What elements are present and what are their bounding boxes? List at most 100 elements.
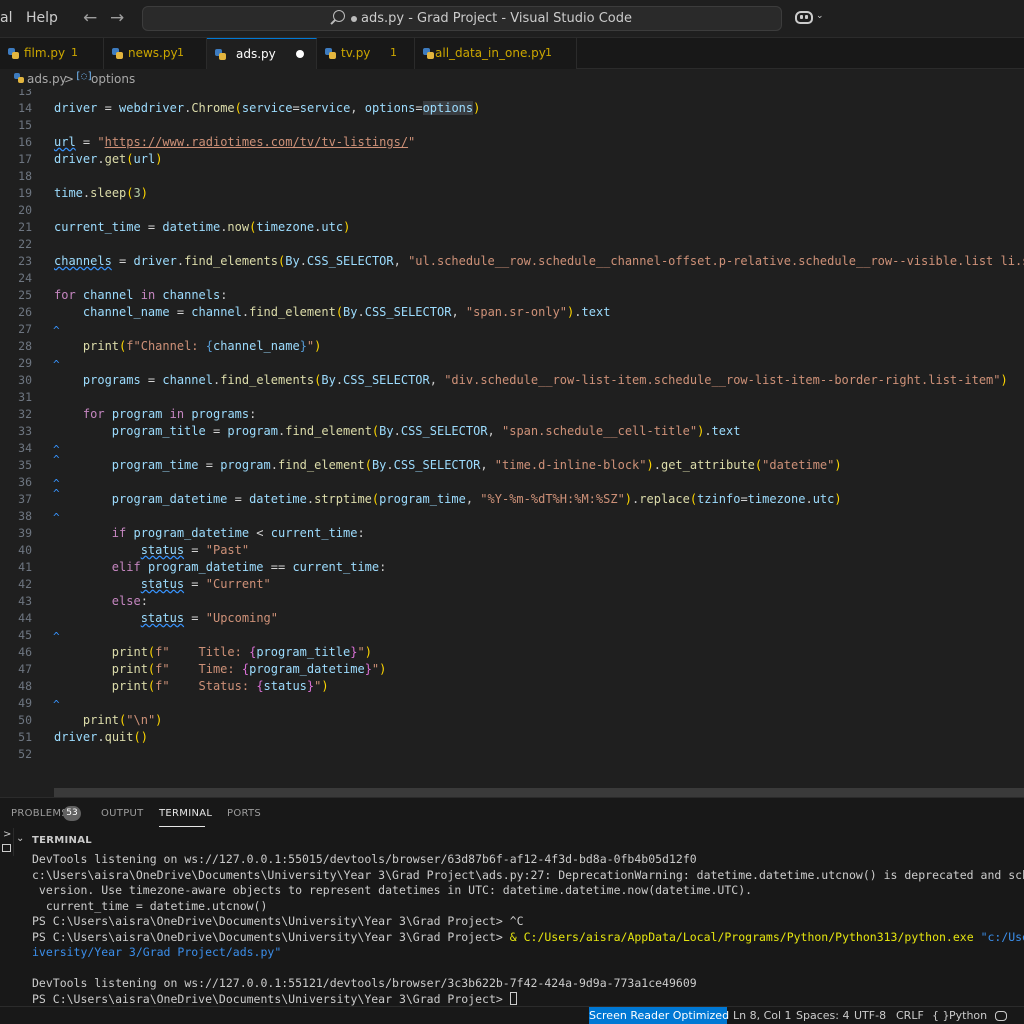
code-line: time.sleep(3) [54, 186, 148, 200]
tab-problem-count: 1 [71, 46, 78, 59]
line-ending[interactable]: CRLF [896, 1009, 924, 1022]
line-number-row: 18 [0, 168, 1024, 185]
breadcrumb-separator: > [64, 72, 75, 86]
line-number: 24 [18, 271, 32, 285]
tab-tv-py[interactable]: tv.py 1 [317, 38, 415, 69]
back-arrow-icon[interactable]: ← [83, 8, 97, 28]
code-line: status = "Current" [140, 577, 271, 591]
line-number-row: 31 [0, 389, 1024, 406]
code-line: ^ [0, 627, 1024, 644]
code-line: print(f" Status: {status}") [111, 679, 329, 693]
code-line: print(f" Title: {program_title}") [111, 645, 372, 659]
terminal-prompt[interactable]: PS C:\Users\aisra\OneDrive\Documents\Uni… [32, 991, 1024, 1008]
inline-hint-icon[interactable]: ^ [53, 509, 60, 526]
code-line: ^ [0, 321, 1024, 338]
menu-help[interactable]: Help [26, 10, 58, 26]
tab-label: news.py [128, 46, 178, 60]
search-icon [333, 10, 345, 22]
chevron-down-icon[interactable]: ⌄ [816, 11, 824, 21]
inline-hint-icon[interactable]: ^ [53, 628, 60, 645]
code-line: for program in programs: [82, 407, 257, 421]
line-number: 31 [18, 390, 32, 404]
terminal-cursor [509, 991, 517, 1005]
panel-tab-problems[interactable]: PROBLEMS [11, 808, 68, 819]
terminal-line: version. Use timezone-aware objects to r… [32, 883, 753, 897]
screen-reader-status[interactable]: Screen Reader Optimized [589, 1007, 729, 1024]
active-tab-indicator [159, 826, 205, 827]
command-center[interactable]: ads.py - Grad Project - Visual Studio Co… [142, 6, 782, 31]
indentation-setting[interactable]: Spaces: 4 [796, 1009, 849, 1022]
horizontal-scrollbar[interactable] [54, 788, 1024, 797]
line-number: 20 [18, 203, 32, 217]
line-number: 52 [18, 747, 32, 761]
line-number-row: 24 [0, 270, 1024, 287]
python-file-icon [423, 48, 434, 59]
code-line: ^ [0, 355, 1024, 372]
terminal-line: c:\Users\aisra\OneDrive\Documents\Univer… [32, 867, 1024, 882]
code-line: status = "Upcoming" [140, 611, 278, 625]
python-file-icon [215, 49, 226, 60]
panel-tab-ports[interactable]: PORTS [227, 808, 261, 819]
terminal-section-header[interactable]: ⌄ TERMINAL [0, 831, 1024, 851]
cursor-position[interactable]: Ln 8, Col 1 [733, 1009, 792, 1022]
tab-news-py[interactable]: news.py 1 [104, 38, 207, 69]
tab-label: film.py [24, 46, 66, 60]
inline-hint-icon[interactable]: ^ [53, 322, 60, 339]
copilot-icon[interactable] [795, 9, 813, 25]
line-number: 18 [18, 169, 32, 183]
code-line: driver.get(url) [54, 152, 163, 166]
code-editor[interactable]: 13 14 15 16 17 18 19 20 21 22 23 24 25 26 27 28 29 30 31 32… [0, 89, 1024, 797]
python-file-icon [325, 48, 336, 59]
code-line: ^ [0, 474, 1024, 491]
python-file-icon [14, 73, 24, 83]
line-number-row: 20 [0, 202, 1024, 219]
code-line: print(f"Channel: {channel_name}") [82, 339, 322, 353]
code-line: print(f" Time: {program_datetime}") [111, 662, 387, 676]
bottom-panel: PROBLEMS 53 OUTPUT TERMINAL PORTS > ⌄ TE… [0, 797, 1024, 1006]
tab-all-data-in-one-py[interactable]: all_data_in_one.py 1 [415, 38, 577, 69]
code-line: ^ [0, 508, 1024, 525]
terminal-line: DevTools listening on ws://127.0.0.1:550… [32, 852, 697, 866]
editor-tab-bar: film.py 1 news.py 1 ads.py tv.py 1 all_d… [0, 38, 1024, 70]
window-title: ads.py - Grad Project - Visual Studio Co… [361, 11, 632, 26]
panel-tab-terminal[interactable]: TERMINAL [159, 808, 212, 819]
menu-terminal[interactable]: al [0, 10, 12, 26]
tab-film-py[interactable]: film.py 1 [0, 38, 104, 69]
unsaved-dot-icon [351, 16, 357, 22]
line-number: 13 [18, 89, 32, 98]
python-file-icon [8, 48, 19, 59]
forward-arrow-icon[interactable]: → [110, 8, 124, 28]
terminal-line: current_time = datetime.utcnow() [32, 898, 268, 913]
tab-problem-count: 1 [177, 46, 184, 59]
terminal-line: iversity/Year 3/Grad Project/ads.py" [32, 945, 282, 959]
tab-ads-py[interactable]: ads.py [207, 38, 317, 70]
terminal-line: PS C:\Users\aisra\OneDrive\Documents\Uni… [32, 929, 1024, 944]
title-bar: al Help ← → ads.py - Grad Project - Visu… [0, 0, 1024, 38]
code-line: programs = channel.find_elements(By.CSS_… [82, 373, 1008, 387]
code-line: print("\n") [82, 713, 163, 727]
code-line: for channel in channels: [54, 288, 228, 302]
copilot-status-icon[interactable] [995, 1011, 1007, 1021]
unsaved-dot-icon[interactable] [296, 50, 304, 58]
section-label: TERMINAL [32, 835, 92, 846]
language-mode[interactable]: Python [949, 1009, 987, 1022]
code-line: elif program_datetime == current_time: [111, 560, 387, 574]
terminal-line: DevTools listening on ws://127.0.0.1:551… [32, 976, 697, 990]
inline-hint-icon[interactable]: ^ [53, 696, 60, 713]
breadcrumb-symbol[interactable]: options [91, 72, 135, 86]
code-line: program_title = program.find_element(By.… [111, 424, 741, 438]
code-line: ^ program_time = program.find_element(By… [53, 453, 842, 472]
inline-hint-icon[interactable]: ^ [53, 356, 60, 373]
tab-label: all_data_in_one.py [435, 46, 546, 60]
breadcrumb: ads.py > [◌] options [0, 69, 1024, 89]
language-braces-icon[interactable]: { } [932, 1009, 950, 1022]
code-line: driver.quit() [54, 730, 148, 744]
code-line: status = "Past" [140, 543, 250, 557]
line-number: 22 [18, 237, 32, 251]
code-line: url = "https://www.radiotimes.com/tv/tv-… [54, 135, 416, 149]
breadcrumb-file[interactable]: ads.py [27, 72, 67, 86]
tab-problem-count: 1 [390, 46, 397, 59]
file-encoding[interactable]: UTF-8 [854, 1009, 886, 1022]
panel-tab-output[interactable]: OUTPUT [101, 808, 144, 819]
tab-problem-count: 1 [545, 46, 552, 59]
